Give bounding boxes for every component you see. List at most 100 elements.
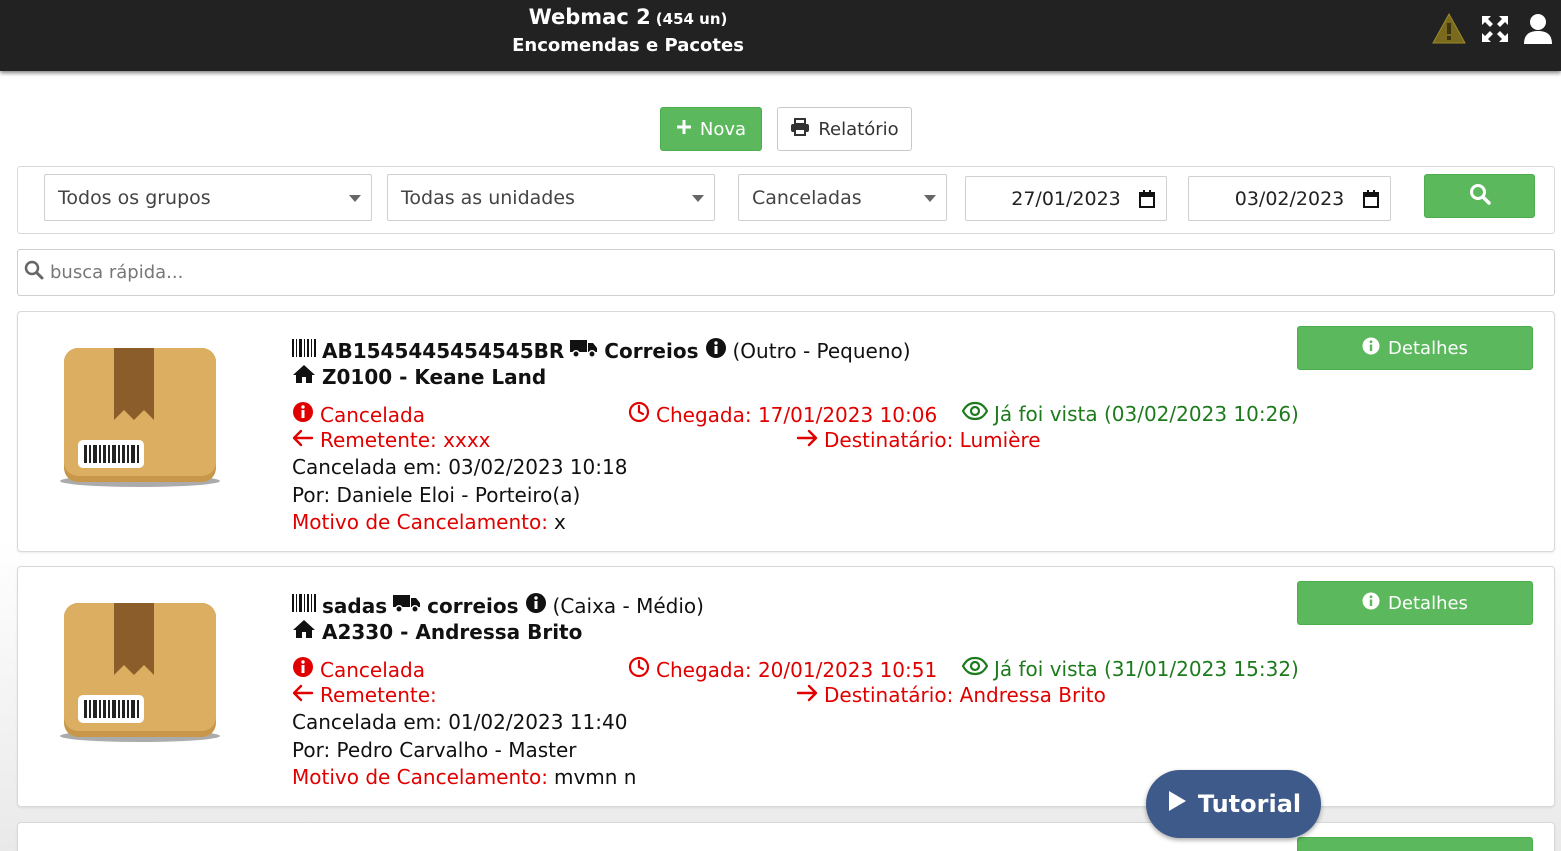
new-button-label: Nova: [699, 118, 747, 140]
date-to-input[interactable]: 03/02/2023: [1188, 176, 1391, 221]
group-select-value: Todos os grupos: [58, 186, 211, 209]
report-button-label: Relatório: [818, 118, 899, 140]
recipient-text: Destinatário: Andressa Brito: [824, 683, 1106, 707]
date-from-input[interactable]: 27/01/2023: [965, 176, 1167, 221]
barcode-icon: [292, 593, 316, 618]
cancel-reason-row: Motivo de Cancelamento: x: [292, 510, 566, 534]
eye-icon: [961, 401, 989, 426]
printer-icon: [790, 117, 810, 141]
truck-icon: [570, 338, 598, 363]
clock-icon: [628, 656, 650, 683]
cancel-reason-row: Motivo de Cancelamento: mvmn n: [292, 765, 636, 789]
arrow-left-icon: [292, 683, 314, 707]
carrier-name: correios: [427, 593, 519, 618]
tutorial-label: Tutorial: [1197, 790, 1302, 818]
group-select[interactable]: Todos os grupos: [44, 174, 372, 221]
seen-row: Já foi vista (03/02/2023 10:26): [961, 401, 1299, 426]
search-button[interactable]: [1424, 174, 1535, 218]
details-button[interactable]: Detalhes: [1297, 581, 1533, 625]
arrival-row: Chegada: 20/01/2023 10:51: [628, 656, 937, 683]
seen-row: Já foi vista (31/01/2023 15:32): [961, 656, 1299, 681]
chevron-down-icon: [349, 195, 361, 202]
package-title-row: sadas correios (Caixa - Médio): [292, 592, 704, 619]
home-icon: [292, 364, 316, 389]
truck-icon: [393, 593, 421, 618]
warning-icon[interactable]: [1432, 12, 1466, 46]
package-card: sadas correios (Caixa - Médio) A2330 - A…: [17, 566, 1555, 807]
new-button[interactable]: Nova: [660, 107, 762, 151]
quick-search[interactable]: busca rápida...: [17, 249, 1555, 296]
cancelled-by-text: Por: Pedro Carvalho - Master: [292, 738, 577, 762]
unit-row: A2330 - Andressa Brito: [292, 619, 582, 644]
status-text: Cancelada: [320, 657, 425, 682]
status-text: Cancelada: [320, 402, 425, 427]
carrier-name: Correios: [604, 338, 699, 363]
status-row: Cancelada: [292, 401, 425, 428]
tracking-code: AB1545445454545BR: [322, 338, 565, 363]
status-row: Cancelada: [292, 656, 425, 683]
tracking-code: sadas: [322, 593, 388, 618]
search-icon: [1469, 183, 1491, 210]
cancelled-at-text: Cancelada em: 03/02/2023 10:18: [292, 455, 628, 479]
seen-text: Já foi vista (31/01/2023 15:32): [994, 656, 1299, 681]
report-button[interactable]: Relatório: [777, 107, 912, 151]
calendar-icon[interactable]: [1362, 189, 1380, 214]
package-card: [17, 822, 1555, 851]
info-icon[interactable]: [705, 337, 727, 364]
arrow-right-icon: [796, 683, 818, 707]
clock-icon: [628, 401, 650, 428]
package-card: AB1545445454545BR Correios (Outro - Pequ…: [17, 311, 1555, 552]
arrival-text: Chegada: 17/01/2023 10:06: [656, 402, 938, 427]
chevron-down-icon: [924, 195, 936, 202]
unit-row: Z0100 - Keane Land: [292, 364, 546, 389]
expand-icon[interactable]: [1480, 12, 1512, 46]
cancel-reason-label: Motivo de Cancelamento:: [292, 765, 548, 789]
arrow-left-icon: [292, 428, 314, 452]
unit-select-value: Todas as unidades: [401, 186, 575, 209]
seen-text: Já foi vista (03/02/2023 10:26): [994, 401, 1299, 426]
status-select[interactable]: Canceladas: [738, 174, 947, 221]
unit-name: Z0100 - Keane Land: [322, 364, 547, 389]
top-bar: Webmac 2 (454 un) Encomendas e Pacotes: [0, 0, 1561, 71]
alert-circle-icon: [292, 401, 314, 428]
info-icon: [1362, 337, 1380, 360]
details-button[interactable]: [1297, 837, 1533, 851]
alert-circle-icon: [292, 656, 314, 683]
cancel-reason-label: Motivo de Cancelamento:: [292, 510, 548, 534]
recipient-text: Destinatário: Lumière: [824, 428, 1041, 452]
sender-text: Remetente:: [320, 683, 437, 707]
page-subtitle: Encomendas e Pacotes: [512, 35, 744, 56]
status-select-value: Canceladas: [752, 186, 862, 209]
recipient-row: Destinatário: Andressa Brito: [796, 683, 1106, 707]
details-button-label: Detalhes: [1388, 592, 1468, 614]
details-button[interactable]: Detalhes: [1297, 326, 1533, 370]
date-to-value: 03/02/2023: [1234, 187, 1345, 210]
header-title: Webmac 2 (454 un) Encomendas e Pacotes: [440, 3, 816, 61]
unit-name: A2330 - Andressa Brito: [322, 619, 583, 644]
tutorial-button[interactable]: Tutorial: [1146, 770, 1321, 838]
chevron-down-icon: [692, 195, 704, 202]
package-box-icon: [56, 597, 224, 751]
info-icon[interactable]: [525, 592, 547, 619]
package-type: (Outro - Pequeno): [732, 338, 911, 363]
cancelled-by-text: Por: Daniele Eloi - Porteiro(a): [292, 483, 581, 507]
app-name: Webmac 2: [528, 5, 651, 29]
cancel-reason-value: mvmn n: [553, 765, 637, 789]
calendar-icon[interactable]: [1138, 189, 1156, 214]
plus-icon: [676, 119, 692, 140]
barcode-icon: [292, 338, 316, 363]
filter-panel: Todos os grupos Todas as unidades Cancel…: [17, 166, 1555, 234]
sender-row: Remetente:: [292, 683, 437, 707]
eye-icon: [961, 656, 989, 681]
search-icon: [24, 260, 44, 285]
recipient-row: Destinatário: Lumière: [796, 428, 1041, 452]
app-count: (454 un): [655, 10, 728, 28]
arrival-row: Chegada: 17/01/2023 10:06: [628, 401, 937, 428]
user-icon[interactable]: [1523, 12, 1555, 46]
date-from-value: 27/01/2023: [1011, 187, 1121, 210]
unit-select[interactable]: Todas as unidades: [387, 174, 715, 221]
package-type: (Caixa - Médio): [552, 593, 704, 618]
arrival-text: Chegada: 20/01/2023 10:51: [656, 657, 938, 682]
cancel-reason-value: x: [553, 510, 566, 534]
search-input[interactable]: busca rápida...: [50, 262, 183, 283]
